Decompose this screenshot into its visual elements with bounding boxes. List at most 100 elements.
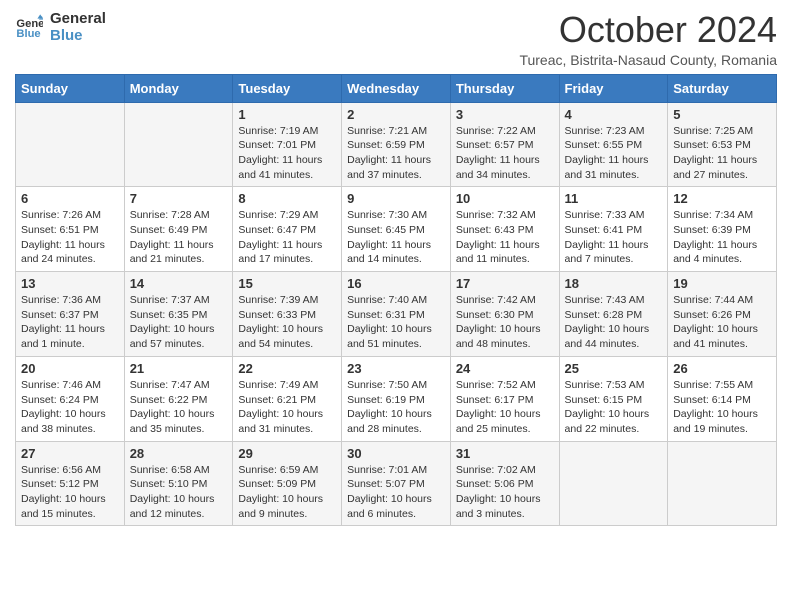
weekday-header: Wednesday [342, 74, 451, 102]
weekday-header: Friday [559, 74, 668, 102]
calendar-cell: 21Sunrise: 7:47 AMSunset: 6:22 PMDayligh… [124, 356, 233, 441]
calendar-cell: 8 Sunrise: 7:29 AMSunset: 6:47 PMDaylight… [233, 187, 342, 272]
day-detail: Sunrise: 7:32 AMSunset: 6:43 PMDaylight:… [456, 208, 554, 267]
calendar-week-row: 13Sunrise: 7:36 AMSunset: 6:37 PMDayligh… [16, 272, 777, 357]
day-number: 30 [347, 446, 445, 461]
day-number: 12 [673, 191, 771, 206]
day-number: 15 [238, 276, 336, 291]
calendar-cell: 25 Sunrise: 7:53 AMSunset: 6:15 PMDayligh… [559, 356, 668, 441]
calendar-week-row: 27 Sunrise: 6:56 AMSunset: 5:12 PMDayligh… [16, 441, 777, 526]
day-number: 8 [238, 191, 336, 206]
calendar-week-row: 20 Sunrise: 7:46 AMSunset: 6:24 PMDayligh… [16, 356, 777, 441]
day-number: 1 [238, 107, 336, 122]
day-number: 25 [565, 361, 663, 376]
title-section: October 2024 Tureac, Bistrita-Nasaud Cou… [519, 10, 777, 68]
day-detail: Sunrise: 7:43 AMSunset: 6:28 PMDaylight:… [565, 293, 663, 352]
calendar-cell [668, 441, 777, 526]
day-number: 4 [565, 107, 663, 122]
day-number: 11 [565, 191, 663, 206]
logo: General Blue General Blue [15, 10, 106, 44]
logo-icon: General Blue [15, 13, 43, 41]
day-detail: Sunrise: 7:30 AMSunset: 6:45 PMDaylight:… [347, 208, 445, 267]
calendar-cell: 20 Sunrise: 7:46 AMSunset: 6:24 PMDayligh… [16, 356, 125, 441]
calendar-cell: 29Sunrise: 6:59 AMSunset: 5:09 PMDayligh… [233, 441, 342, 526]
weekday-header: Monday [124, 74, 233, 102]
calendar-cell: 2 Sunrise: 7:21 AMSunset: 6:59 PMDaylight… [342, 102, 451, 187]
day-detail: Sunrise: 7:44 AMSunset: 6:26 PMDaylight:… [673, 293, 771, 352]
calendar-cell: 13Sunrise: 7:36 AMSunset: 6:37 PMDayligh… [16, 272, 125, 357]
weekday-header: Sunday [16, 74, 125, 102]
day-detail: Sunrise: 7:53 AMSunset: 6:15 PMDaylight:… [565, 378, 663, 437]
day-detail: Sunrise: 7:26 AMSunset: 6:51 PMDaylight:… [21, 208, 119, 267]
calendar-cell: 14 Sunrise: 7:37 AMSunset: 6:35 PMDayligh… [124, 272, 233, 357]
day-number: 17 [456, 276, 554, 291]
day-detail: Sunrise: 7:23 AMSunset: 6:55 PMDaylight:… [565, 124, 663, 183]
day-number: 10 [456, 191, 554, 206]
calendar-cell: 9 Sunrise: 7:30 AMSunset: 6:45 PMDaylight… [342, 187, 451, 272]
calendar-cell: 22Sunrise: 7:49 AMSunset: 6:21 PMDayligh… [233, 356, 342, 441]
day-number: 18 [565, 276, 663, 291]
calendar-cell: 19 Sunrise: 7:44 AMSunset: 6:26 PMDayligh… [668, 272, 777, 357]
day-detail: Sunrise: 7:50 AMSunset: 6:19 PMDaylight:… [347, 378, 445, 437]
day-number: 13 [21, 276, 119, 291]
calendar-cell [124, 102, 233, 187]
calendar-table: SundayMondayTuesdayWednesdayThursdayFrid… [15, 74, 777, 527]
calendar-week-row: 1 Sunrise: 7:19 AMSunset: 7:01 PMDaylight… [16, 102, 777, 187]
calendar-cell: 6 Sunrise: 7:26 AMSunset: 6:51 PMDaylight… [16, 187, 125, 272]
calendar-cell: 7 Sunrise: 7:28 AMSunset: 6:49 PMDaylight… [124, 187, 233, 272]
day-number: 9 [347, 191, 445, 206]
calendar-cell: 10 Sunrise: 7:32 AMSunset: 6:43 PMDayligh… [450, 187, 559, 272]
weekday-header: Thursday [450, 74, 559, 102]
day-detail: Sunrise: 7:29 AMSunset: 6:47 PMDaylight:… [238, 208, 336, 267]
day-detail: Sunrise: 7:34 AMSunset: 6:39 PMDaylight:… [673, 208, 771, 267]
day-number: 22 [238, 361, 336, 376]
day-number: 14 [130, 276, 228, 291]
day-detail: Sunrise: 7:02 AMSunset: 5:06 PMDaylight:… [456, 463, 554, 522]
day-detail: Sunrise: 7:19 AMSunset: 7:01 PMDaylight:… [238, 124, 336, 183]
day-detail: Sunrise: 7:46 AMSunset: 6:24 PMDaylight:… [21, 378, 119, 437]
day-number: 19 [673, 276, 771, 291]
day-number: 24 [456, 361, 554, 376]
day-detail: Sunrise: 6:56 AMSunset: 5:12 PMDaylight:… [21, 463, 119, 522]
calendar-cell: 3 Sunrise: 7:22 AMSunset: 6:57 PMDaylight… [450, 102, 559, 187]
day-detail: Sunrise: 7:47 AMSunset: 6:22 PMDaylight:… [130, 378, 228, 437]
day-detail: Sunrise: 7:28 AMSunset: 6:49 PMDaylight:… [130, 208, 228, 267]
day-detail: Sunrise: 7:52 AMSunset: 6:17 PMDaylight:… [456, 378, 554, 437]
calendar-cell: 24 Sunrise: 7:52 AMSunset: 6:17 PMDayligh… [450, 356, 559, 441]
day-number: 29 [238, 446, 336, 461]
calendar-cell: 4 Sunrise: 7:23 AMSunset: 6:55 PMDaylight… [559, 102, 668, 187]
calendar-cell: 31 Sunrise: 7:02 AMSunset: 5:06 PMDayligh… [450, 441, 559, 526]
day-number: 26 [673, 361, 771, 376]
day-detail: Sunrise: 7:37 AMSunset: 6:35 PMDaylight:… [130, 293, 228, 352]
calendar-cell: 17Sunrise: 7:42 AMSunset: 6:30 PMDayligh… [450, 272, 559, 357]
calendar-cell [559, 441, 668, 526]
calendar-cell: 27 Sunrise: 6:56 AMSunset: 5:12 PMDayligh… [16, 441, 125, 526]
day-number: 27 [21, 446, 119, 461]
day-number: 3 [456, 107, 554, 122]
day-number: 23 [347, 361, 445, 376]
day-number: 31 [456, 446, 554, 461]
day-number: 2 [347, 107, 445, 122]
day-detail: Sunrise: 6:58 AMSunset: 5:10 PMDaylight:… [130, 463, 228, 522]
day-detail: Sunrise: 7:25 AMSunset: 6:53 PMDaylight:… [673, 124, 771, 183]
weekday-header: Saturday [668, 74, 777, 102]
calendar-cell: 12 Sunrise: 7:34 AMSunset: 6:39 PMDayligh… [668, 187, 777, 272]
day-detail: Sunrise: 7:39 AMSunset: 6:33 PMDaylight:… [238, 293, 336, 352]
day-number: 20 [21, 361, 119, 376]
day-detail: Sunrise: 7:22 AMSunset: 6:57 PMDaylight:… [456, 124, 554, 183]
svg-text:Blue: Blue [16, 28, 40, 40]
day-number: 6 [21, 191, 119, 206]
day-number: 7 [130, 191, 228, 206]
day-number: 5 [673, 107, 771, 122]
calendar-cell: 26Sunrise: 7:55 AMSunset: 6:14 PMDayligh… [668, 356, 777, 441]
calendar-cell: 16Sunrise: 7:40 AMSunset: 6:31 PMDayligh… [342, 272, 451, 357]
weekday-header: Tuesday [233, 74, 342, 102]
day-detail: Sunrise: 7:21 AMSunset: 6:59 PMDaylight:… [347, 124, 445, 183]
calendar-cell: 5 Sunrise: 7:25 AMSunset: 6:53 PMDaylight… [668, 102, 777, 187]
day-number: 28 [130, 446, 228, 461]
month-title: October 2024 [519, 10, 777, 50]
calendar-cell: 11Sunrise: 7:33 AMSunset: 6:41 PMDayligh… [559, 187, 668, 272]
calendar-cell: 28 Sunrise: 6:58 AMSunset: 5:10 PMDayligh… [124, 441, 233, 526]
weekday-header-row: SundayMondayTuesdayWednesdayThursdayFrid… [16, 74, 777, 102]
calendar-week-row: 6 Sunrise: 7:26 AMSunset: 6:51 PMDaylight… [16, 187, 777, 272]
